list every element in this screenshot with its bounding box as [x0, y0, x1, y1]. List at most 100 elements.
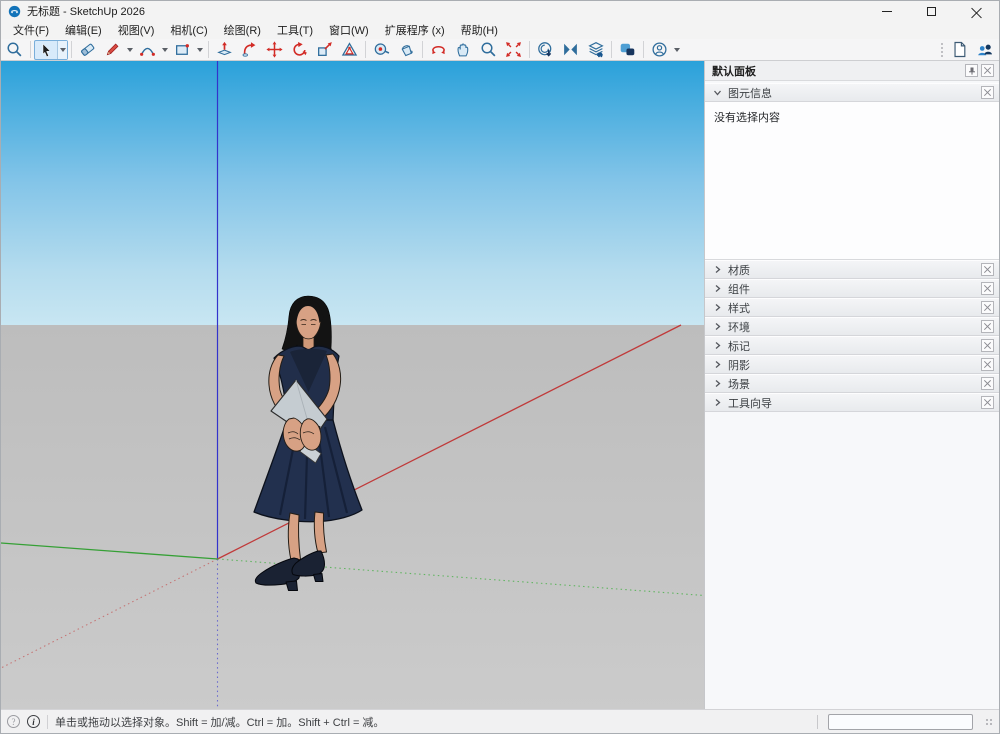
select-dropdown[interactable] [57, 41, 67, 59]
zoom-tool-button[interactable] [476, 40, 501, 60]
menu-draw[interactable]: 绘图(R) [216, 20, 269, 40]
menu-help[interactable]: 帮助(H) [453, 20, 506, 40]
menu-camera[interactable]: 相机(C) [162, 20, 215, 40]
close-section-button[interactable] [981, 358, 994, 371]
tape-measure-tool-button[interactable] [369, 40, 394, 60]
maximize-button[interactable] [909, 1, 954, 21]
toolbar-separator [422, 41, 423, 58]
panel-section-scenes[interactable]: 场景 [705, 374, 999, 393]
close-icon [984, 266, 991, 273]
arc-tool-button[interactable] [135, 40, 160, 60]
follow-me-icon [241, 41, 258, 58]
chevron-down-icon [197, 48, 203, 52]
orbit-tool-button[interactable] [426, 40, 451, 60]
section-label: 样式 [728, 300, 750, 316]
account-icon [651, 41, 668, 58]
eraser-tool-button[interactable] [75, 40, 100, 60]
new-document-icon [951, 41, 968, 58]
pan-tool-button[interactable] [451, 40, 476, 60]
close-icon [984, 342, 991, 349]
section-label: 材质 [728, 262, 750, 278]
section-label: 工具向导 [728, 395, 772, 411]
move-tool-button[interactable] [262, 40, 287, 60]
close-section-button[interactable] [981, 377, 994, 390]
panel-section-tags[interactable]: 标记 [705, 336, 999, 355]
rectangle-icon [174, 41, 191, 58]
orbit-icon [430, 41, 447, 58]
offset-tool-button[interactable] [337, 40, 362, 60]
sign-in-button[interactable] [647, 40, 672, 60]
line-tool-button[interactable] [100, 40, 125, 60]
panel-section-components[interactable]: 组件 [705, 279, 999, 298]
close-section-button[interactable] [981, 263, 994, 276]
close-icon [984, 399, 991, 406]
follow-me-tool-button[interactable] [237, 40, 262, 60]
pencil-icon [104, 41, 121, 58]
panel-section-instructor[interactable]: 工具向导 [705, 393, 999, 412]
paint-bucket-tool-button[interactable] [394, 40, 419, 60]
close-section-button[interactable] [981, 282, 994, 295]
menu-window[interactable]: 窗口(W) [321, 20, 377, 40]
warehouse-search-button[interactable] [533, 40, 558, 60]
chevron-right-icon [713, 341, 722, 350]
help-icon[interactable]: ? [7, 715, 20, 728]
search-tool-button[interactable] [2, 40, 27, 60]
close-icon [984, 89, 991, 96]
close-section-button[interactable] [981, 396, 994, 409]
menu-edit[interactable]: 编辑(E) [57, 20, 110, 40]
close-button[interactable] [954, 1, 999, 21]
info-icon[interactable]: i [27, 715, 40, 728]
panel-section-styles[interactable]: 样式 [705, 298, 999, 317]
section-label: 环境 [728, 319, 750, 335]
send-to-layout-button[interactable] [583, 40, 608, 60]
status-separator [47, 715, 48, 729]
scale-tool-button[interactable] [312, 40, 337, 60]
minimize-button[interactable] [864, 1, 909, 21]
arc-dropdown[interactable] [160, 48, 170, 52]
menu-view[interactable]: 视图(V) [110, 20, 163, 40]
close-section-button[interactable] [981, 86, 994, 99]
sign-in-dropdown[interactable] [672, 48, 682, 52]
resize-grip[interactable] [985, 718, 993, 726]
close-section-button[interactable] [981, 301, 994, 314]
rotate-tool-button[interactable] [287, 40, 312, 60]
menu-file[interactable]: 文件(F) [5, 20, 57, 40]
chevron-down-icon [674, 48, 680, 52]
toolbar-grip[interactable] [940, 42, 945, 58]
close-section-button[interactable] [981, 320, 994, 333]
feedback-button[interactable] [615, 40, 640, 60]
extension-warehouse-button[interactable] [558, 40, 583, 60]
sketchup-logo-icon [8, 5, 21, 18]
new-model-button[interactable] [947, 40, 972, 60]
minimize-icon [882, 11, 892, 12]
menu-tools[interactable]: 工具(T) [269, 20, 321, 40]
close-panel-button[interactable] [981, 64, 994, 77]
section-label: 组件 [728, 281, 750, 297]
no-selection-text: 没有选择内容 [714, 112, 780, 124]
sky [1, 61, 704, 325]
menu-extensions[interactable]: 扩展程序 (x) [377, 20, 453, 40]
pan-hand-icon [455, 41, 472, 58]
rectangle-tool-button[interactable] [170, 40, 195, 60]
panel-section-materials[interactable]: 材质 [705, 260, 999, 279]
rectangle-dropdown[interactable] [195, 48, 205, 52]
main-area: 默认面板 图元信息 没有选择内容 材质 [1, 61, 999, 709]
panel-header[interactable]: 默认面板 [705, 61, 999, 81]
paint-bucket-icon [398, 41, 415, 58]
pin-panel-button[interactable] [965, 64, 978, 77]
viewport[interactable] [1, 61, 704, 709]
toolbar-separator [208, 41, 209, 58]
line-dropdown[interactable] [125, 48, 135, 52]
panel-section-environment[interactable]: 环境 [705, 317, 999, 336]
push-pull-tool-button[interactable] [212, 40, 237, 60]
status-bar: ? i 单击或拖动以选择对象。Shift = 加/减。Ctrl = 加。Shif… [1, 709, 999, 733]
measurement-input[interactable] [828, 714, 973, 730]
arc-icon [139, 41, 156, 58]
community-button[interactable] [972, 40, 997, 60]
close-section-button[interactable] [981, 339, 994, 352]
zoom-extents-tool-button[interactable] [501, 40, 526, 60]
move-icon [266, 41, 283, 58]
panel-section-shadows[interactable]: 阴影 [705, 355, 999, 374]
panel-section-entity-info[interactable]: 图元信息 [705, 83, 999, 102]
select-tool-button[interactable] [35, 41, 57, 61]
